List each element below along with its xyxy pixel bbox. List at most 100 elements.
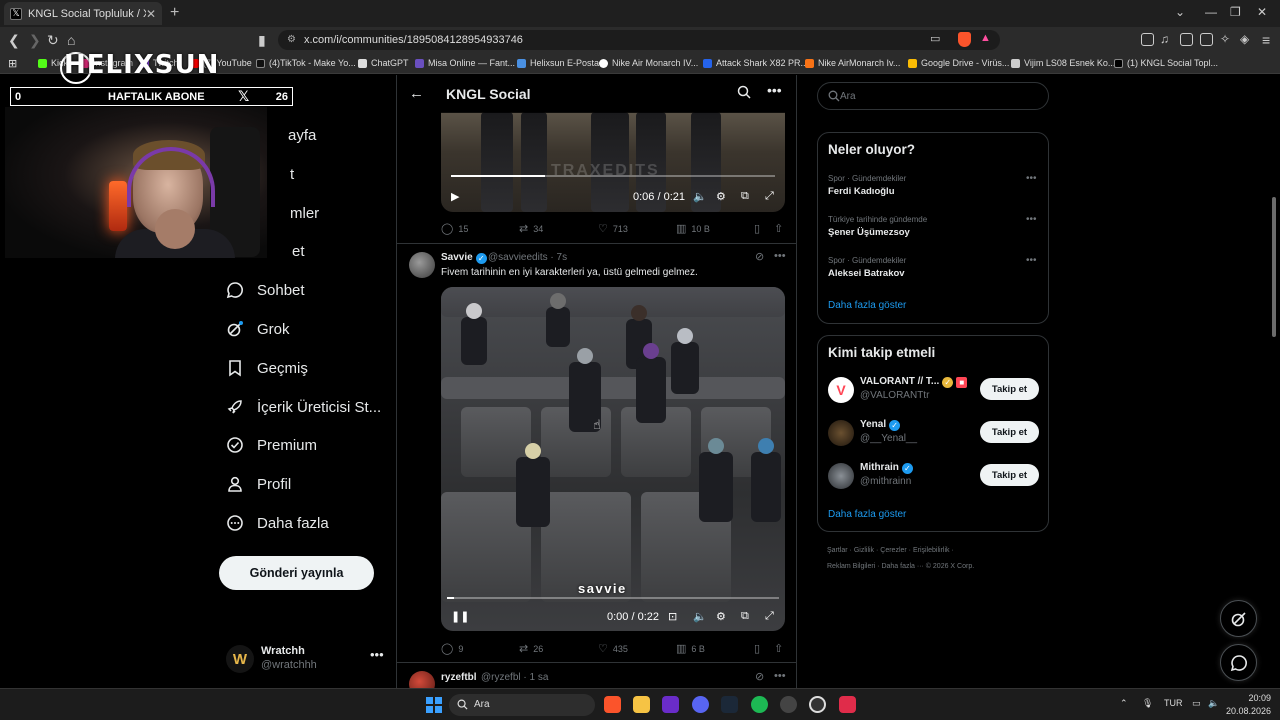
brave-browser-icon[interactable] xyxy=(604,696,621,713)
windows-start-icon[interactable] xyxy=(426,697,442,713)
post-author[interactable]: ryzeftbl xyxy=(441,672,477,683)
obs-icon[interactable] xyxy=(809,696,826,713)
bookmark-7[interactable]: Helixsun E-Posta xyxy=(517,58,599,68)
bookmark-post-button[interactable]: ▯ xyxy=(754,222,765,235)
avatar[interactable] xyxy=(409,671,435,688)
search-icon[interactable] xyxy=(737,85,751,99)
forward-icon[interactable]: ❯ xyxy=(29,32,41,49)
reply-button[interactable]: ◯ 15 xyxy=(441,222,468,235)
minimize-icon[interactable]: — xyxy=(1205,5,1217,19)
brave-shield-icon[interactable] xyxy=(958,32,971,47)
views-button[interactable]: ▥ 6 B xyxy=(676,642,705,655)
follow-button[interactable]: Takip et xyxy=(980,421,1039,443)
pause-icon[interactable]: ❚❚ xyxy=(451,610,469,623)
nav-item-profile[interactable]: Profil xyxy=(226,475,291,493)
cast-icon[interactable]: ▭ xyxy=(930,32,940,45)
show-more-link[interactable]: Daha fazla göster xyxy=(828,509,906,520)
browser-tab[interactable]: 𝕏 KNGL Social Topluluk / X ✕ xyxy=(4,2,162,25)
close-window-icon[interactable]: ✕ xyxy=(1257,5,1267,19)
post-video[interactable]: TRAXEDITS ▶ 0:06 / 0:21 🔈 ⚙ ⧉ ⤢ xyxy=(441,112,785,212)
app-icon[interactable] xyxy=(780,696,797,713)
volume-icon[interactable]: 🔈 xyxy=(693,610,707,623)
extensions-icon[interactable] xyxy=(1141,33,1154,46)
nav-item-partial-explore[interactable]: t xyxy=(290,166,294,183)
reload-icon[interactable]: ↻ xyxy=(47,32,59,49)
captions-icon[interactable]: ⊡ xyxy=(668,610,677,623)
wallet-icon[interactable] xyxy=(1200,33,1213,46)
back-icon[interactable]: ❮ xyxy=(8,32,20,49)
back-arrow-icon[interactable]: ← xyxy=(409,85,424,102)
account-switcher[interactable]: W Wratchh @wratchhh ••• xyxy=(226,643,386,677)
nav-item-partial-messages[interactable]: et xyxy=(292,243,305,260)
menu-icon[interactable]: ≡ xyxy=(1262,32,1270,48)
trend-item[interactable]: Ferdi Kadıoğlu xyxy=(828,186,895,197)
sidebar-icon[interactable] xyxy=(1180,33,1193,46)
bookmark-11[interactable]: Google Drive - Virüs... xyxy=(908,58,1009,68)
nav-item-more[interactable]: Daha fazla xyxy=(226,514,329,532)
follow-name[interactable]: Yenal ✓ xyxy=(860,419,901,431)
post-video[interactable]: savvie ❚❚ 0:00 / 0:22 ⊡ 🔈 ⚙ ⧉ ⤢ xyxy=(441,287,785,631)
system-clock[interactable]: 20:09 20.08.2026 xyxy=(1226,692,1271,718)
play-icon[interactable]: ▶ xyxy=(451,190,459,203)
more-horizontal-icon[interactable]: ••• xyxy=(767,82,782,98)
more-horizontal-icon[interactable]: ••• xyxy=(1026,214,1037,225)
avatar[interactable] xyxy=(828,463,854,489)
nav-item-premium[interactable]: Premium xyxy=(226,436,317,454)
microphone-icon[interactable]: 🎙 xyxy=(1142,698,1153,709)
tab-search-icon[interactable]: ⌄ xyxy=(1175,5,1185,19)
messages-fab-button[interactable] xyxy=(1220,644,1257,681)
vpn-icon[interactable]: ◈ xyxy=(1240,32,1249,46)
fullscreen-icon[interactable]: ⤢ xyxy=(765,610,774,623)
close-tab-icon[interactable]: ✕ xyxy=(146,7,156,21)
bookmark-13[interactable]: (1) KNGL Social Topl... xyxy=(1114,58,1218,68)
pip-icon[interactable]: ⧉ xyxy=(741,190,749,203)
follow-name[interactable]: Mithrain ✓ xyxy=(860,462,913,474)
views-button[interactable]: ▥ 10 B xyxy=(676,222,710,235)
new-tab-button[interactable]: + xyxy=(170,4,179,22)
next-app-icon[interactable] xyxy=(662,696,679,713)
fullscreen-icon[interactable]: ⤢ xyxy=(765,190,774,203)
bookmark-9[interactable]: Attack Shark X82 PR... xyxy=(703,58,808,68)
more-horizontal-icon[interactable]: ••• xyxy=(1026,173,1037,184)
apps-grid-icon[interactable]: ⊞ xyxy=(8,57,17,70)
trend-item[interactable]: Aleksei Batrakov xyxy=(828,268,905,279)
media-icon[interactable]: ♫ xyxy=(1160,32,1169,46)
spotify-icon[interactable] xyxy=(751,696,768,713)
post-button[interactable]: Gönderi yayınla xyxy=(219,556,374,590)
pip-icon[interactable]: ⧉ xyxy=(741,610,749,623)
steam-icon[interactable] xyxy=(721,696,738,713)
volume-icon[interactable]: 🔈 xyxy=(693,190,707,203)
footer-links[interactable]: Reklam Bilgileri · Daha fazla ··· © 2026… xyxy=(827,563,974,570)
valorant-logo-icon[interactable]: V xyxy=(828,377,854,403)
language-indicator[interactable]: TUR xyxy=(1164,698,1183,708)
avatar[interactable] xyxy=(828,420,854,446)
bookmark-8[interactable]: Nike Air Monarch IV... xyxy=(599,58,698,68)
repost-button[interactable]: ⇄ 26 xyxy=(519,642,543,655)
follow-button[interactable]: Takip et xyxy=(980,464,1039,486)
nav-item-grok[interactable]: Grok xyxy=(226,320,290,338)
more-horizontal-icon[interactable]: ••• xyxy=(774,250,786,262)
nav-item-bookmarks[interactable]: Geçmiş xyxy=(226,359,308,377)
bookmark-6[interactable]: Misa Online — Fant... xyxy=(415,58,515,68)
app-icon[interactable] xyxy=(839,696,856,713)
like-button[interactable]: ♡ 435 xyxy=(598,642,628,655)
page-scrollbar[interactable] xyxy=(1271,75,1277,688)
bookmark-5[interactable]: ChatGPT xyxy=(358,58,409,68)
more-horizontal-icon[interactable]: ••• xyxy=(370,647,384,662)
file-explorer-icon[interactable] xyxy=(633,696,650,713)
volume-icon[interactable]: 🔈 xyxy=(1208,698,1219,709)
avatar[interactable] xyxy=(409,252,435,278)
taskbar-search[interactable]: Ara xyxy=(449,694,595,716)
video-progress-bar[interactable] xyxy=(451,175,775,177)
bookmark-12[interactable]: Vijim LS08 Esnek Ko... xyxy=(1011,58,1115,68)
bookmark-4[interactable]: (4)TikTok - Make Yo... xyxy=(256,58,356,68)
like-button[interactable]: ♡ 713 xyxy=(598,222,628,235)
settings-icon[interactable]: ⚙ xyxy=(716,190,726,203)
more-horizontal-icon[interactable]: ••• xyxy=(1026,255,1037,266)
grok-fab-button[interactable] xyxy=(1220,600,1257,637)
video-progress-bar[interactable] xyxy=(447,597,779,599)
footer-links[interactable]: Şartlar · Gizlilik · Çerezler · Erişileb… xyxy=(827,547,954,554)
home-icon[interactable]: ⌂ xyxy=(67,32,75,48)
nav-item-creator-studio[interactable]: İçerik Üreticisi St... xyxy=(226,398,381,416)
repost-button[interactable]: ⇄ 34 xyxy=(519,222,543,235)
